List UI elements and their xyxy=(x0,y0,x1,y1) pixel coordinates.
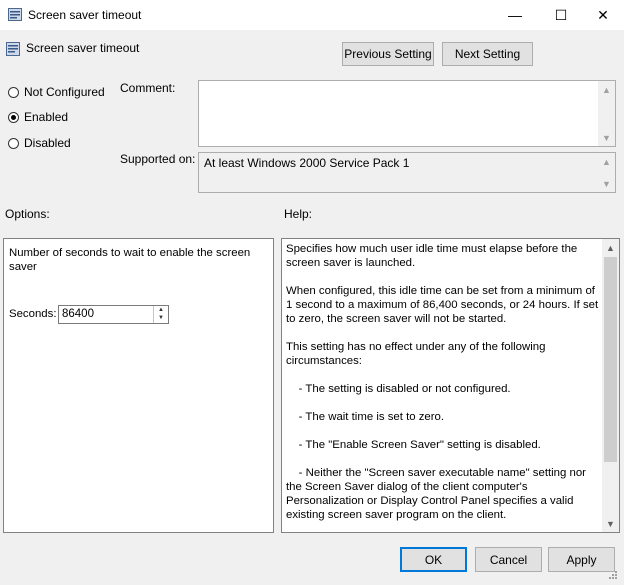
radio-not-configured[interactable]: Not Configured xyxy=(8,85,105,99)
scroll-up-icon[interactable]: ▲ xyxy=(598,81,615,98)
options-description: Number of seconds to wait to enable the … xyxy=(9,247,251,273)
help-paragraph: - Neither the "Screen saver executable n… xyxy=(286,467,590,521)
setting-name: Screen saver timeout xyxy=(26,41,140,55)
help-paragraph: - The "Enable Screen Saver" setting is d… xyxy=(286,439,541,451)
scroll-down-icon[interactable]: ▼ xyxy=(602,515,619,532)
options-label: Options: xyxy=(5,207,50,221)
supported-label: Supported on: xyxy=(120,152,196,166)
radio-circle xyxy=(8,111,19,123)
comment-field[interactable]: ▲ ▼ xyxy=(198,80,616,147)
minimize-button[interactable]: — xyxy=(492,0,538,30)
radio-label: Disabled xyxy=(24,136,71,150)
close-button[interactable]: ✕ xyxy=(580,0,624,30)
window-title: Screen saver timeout xyxy=(28,8,142,22)
help-label: Help: xyxy=(284,207,313,221)
ok-button[interactable]: OK xyxy=(400,547,467,572)
spinner-buttons: ▲ ▼ xyxy=(153,306,168,323)
supported-value: At least Windows 2000 Service Pack 1 xyxy=(204,156,410,170)
maximize-icon: ☐ xyxy=(554,6,568,23)
radio-enabled[interactable]: Enabled xyxy=(8,110,68,124)
help-paragraph: Specifies how much user idle time must e… xyxy=(286,243,581,269)
radio-circle xyxy=(8,86,19,98)
cancel-button[interactable]: Cancel xyxy=(475,547,542,572)
help-scrollbar[interactable]: ▲ ▼ xyxy=(602,239,619,532)
minimize-icon: — xyxy=(508,7,522,23)
resize-grip-icon[interactable] xyxy=(604,570,618,582)
help-text: Specifies how much user idle time must e… xyxy=(286,242,602,532)
radio-label: Not Configured xyxy=(24,85,105,99)
previous-setting-button[interactable]: Previous Setting xyxy=(342,42,434,66)
scroll-up-icon[interactable]: ▲ xyxy=(602,239,619,256)
seconds-label: Seconds: xyxy=(9,308,57,320)
seconds-spinner[interactable]: 86400 ▲ ▼ xyxy=(58,305,169,324)
scroll-thumb[interactable] xyxy=(604,257,617,462)
comment-scrollbar[interactable]: ▲ ▼ xyxy=(598,81,615,146)
help-paragraph: - The setting is disabled or not configu… xyxy=(286,383,511,395)
policy-icon xyxy=(6,42,20,56)
help-paragraph: When configured, this idle time can be s… xyxy=(286,285,602,325)
spin-down-icon[interactable]: ▼ xyxy=(154,314,168,322)
radio-circle xyxy=(8,137,19,149)
seconds-value: 86400 xyxy=(62,308,94,320)
radio-label: Enabled xyxy=(24,110,69,124)
policy-icon xyxy=(8,8,22,21)
supported-field: At least Windows 2000 Service Pack 1 ▲ ▼ xyxy=(198,152,616,193)
apply-button[interactable]: Apply xyxy=(548,547,615,572)
help-paragraph: - The wait time is set to zero. xyxy=(286,411,445,423)
supported-scrollbar[interactable]: ▲ ▼ xyxy=(598,153,615,192)
title-bar: Screen saver timeout — ☐ ✕ xyxy=(0,0,624,30)
help-paragraph: This setting has no effect under any of … xyxy=(286,341,549,367)
radio-disabled[interactable]: Disabled xyxy=(8,136,71,150)
comment-label: Comment: xyxy=(120,81,176,95)
maximize-button[interactable]: ☐ xyxy=(538,0,584,30)
close-icon: ✕ xyxy=(597,6,609,23)
scroll-down-icon[interactable]: ▼ xyxy=(598,129,615,146)
next-setting-button[interactable]: Next Setting xyxy=(442,42,533,66)
scroll-up-icon[interactable]: ▲ xyxy=(598,153,615,170)
options-panel: Number of seconds to wait to enable the … xyxy=(3,238,274,533)
spin-up-icon[interactable]: ▲ xyxy=(154,306,168,314)
scroll-down-icon[interactable]: ▼ xyxy=(598,175,615,192)
help-panel: Specifies how much user idle time must e… xyxy=(281,238,620,533)
